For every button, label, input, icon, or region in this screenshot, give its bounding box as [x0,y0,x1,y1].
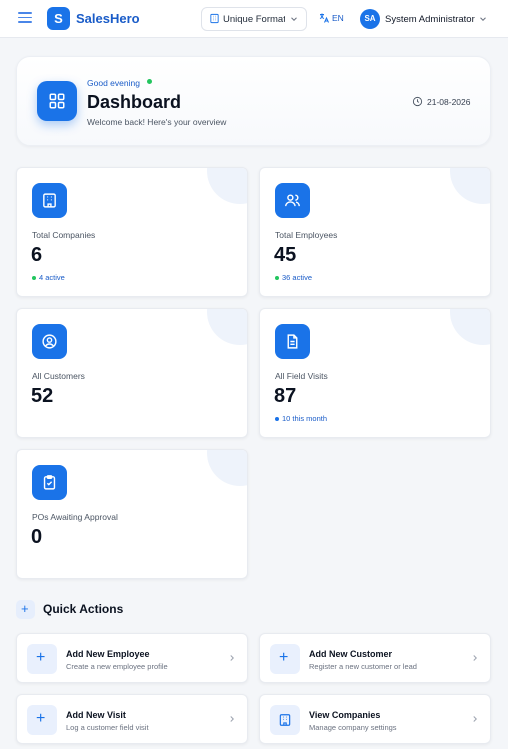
plus-icon: + [16,600,35,619]
greeting: Good evening [87,78,140,88]
dashboard-header: Good evening Dashboard Welcome back! Her… [16,56,491,146]
menu-icon[interactable] [18,12,32,26]
stat-card-total-employees[interactable]: Total Employees 45 36 active [259,167,491,297]
stat-subtext: 10 this month [282,414,328,423]
action-subtitle: Log a customer field visit [66,723,149,732]
add-customer-button[interactable]: + Add New Customer Register a new custom… [259,633,491,683]
stat-value: 87 [274,385,297,407]
page-title: Dashboard [87,92,182,112]
quick-actions-title: Quick Actions [43,602,124,616]
building-icon [32,183,67,218]
status-dot [275,276,279,280]
action-title: View Companies [309,710,381,720]
plus-icon: + [27,705,57,735]
user-circle-icon [32,324,67,359]
status-dot [275,417,279,421]
brand-name[interactable]: SalesHero [76,11,140,26]
card-decoration [450,309,490,345]
chevron-down-icon [291,17,297,21]
users-icon [275,183,310,218]
view-companies-button[interactable]: View Companies Manage company settings [259,694,491,744]
plus-icon: + [27,644,57,674]
clock-icon [412,96,423,107]
document-icon [275,324,310,359]
card-decoration [207,168,247,204]
action-subtitle: Create a new employee profile [66,662,168,671]
action-subtitle: Manage company settings [309,723,397,732]
company-select-value: Unique Formations [223,14,285,25]
chevron-right-icon [230,716,234,722]
stat-value: 0 [31,526,43,548]
online-indicator [147,79,152,84]
stat-subtext: 36 active [282,273,313,282]
page-subtitle: Welcome back! Here's your overview [87,117,227,127]
stat-subtext: 4 active [39,273,65,282]
stat-card-total-companies[interactable]: Total Companies 6 4 active [16,167,248,297]
stat-label: All Customers [32,371,85,381]
user-name: System Administrator [385,14,475,25]
user-menu[interactable]: SA System Administrator [360,9,490,29]
chevron-down-icon [480,17,486,21]
action-title: Add New Customer [309,649,393,659]
add-visit-button[interactable]: + Add New Visit Log a customer field vis… [16,694,248,744]
chevron-right-icon [473,716,477,722]
avatar: SA [360,9,380,29]
building-icon [270,705,300,735]
stat-value: 52 [31,385,54,407]
stat-value: 45 [274,244,297,266]
stat-label: All Field Visits [275,371,328,381]
card-decoration [207,450,247,486]
dashboard-icon [37,81,77,121]
status-dot [32,276,36,280]
chevron-right-icon [473,655,477,661]
top-bar: S SalesHero Unique Formations EN SA Syst… [0,0,508,38]
add-employee-button[interactable]: + Add New Employee Create a new employee… [16,633,248,683]
action-title: Add New Employee [66,649,150,659]
stat-label: Total Companies [32,230,96,240]
clipboard-check-icon [32,465,67,500]
action-subtitle: Register a new customer or lead [309,662,417,671]
brand-logo[interactable]: S [47,7,70,30]
stat-card-all-field-visits[interactable]: All Field Visits 87 10 this month [259,308,491,438]
stat-label: POs Awaiting Approval [32,512,118,522]
stat-label: Total Employees [275,230,338,240]
stat-value: 6 [31,244,43,266]
plus-icon: + [270,644,300,674]
stat-card-pos-awaiting-approval[interactable]: POs Awaiting Approval 0 [16,449,248,579]
language-label: EN [332,13,344,23]
action-title: Add New Visit [66,710,126,720]
card-decoration [450,168,490,204]
building-icon [210,13,219,24]
translate-icon [319,13,329,23]
current-date: 21-08-2026 [427,97,471,107]
stat-card-all-customers[interactable]: All Customers 52 [16,308,248,438]
card-decoration [207,309,247,345]
company-select[interactable]: Unique Formations [201,7,307,31]
chevron-right-icon [230,655,234,661]
